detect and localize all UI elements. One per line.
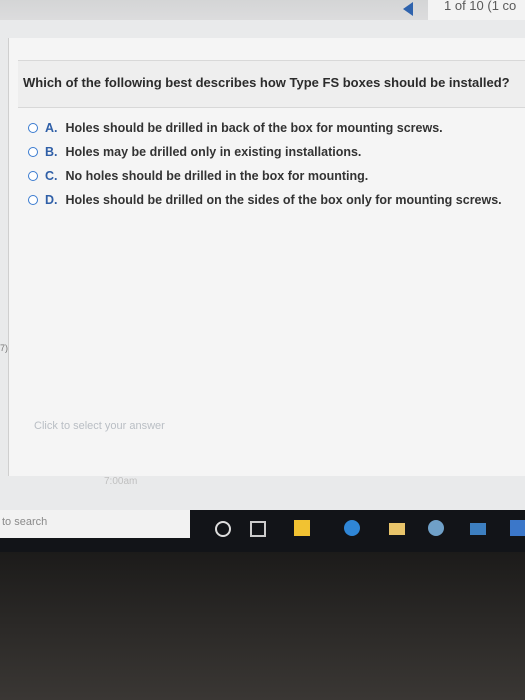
option-text: Holes may be drilled only in existing in…	[65, 145, 362, 159]
monitor-bezel	[0, 552, 525, 700]
option-text: Holes should be drilled in back of the b…	[65, 121, 443, 135]
edge-icon[interactable]	[344, 520, 360, 536]
cortana-icon[interactable]	[215, 521, 231, 537]
option-d[interactable]: D. Holes should be drilled on the sides …	[28, 191, 502, 209]
option-text: Holes should be drilled on the sides of …	[65, 193, 502, 207]
radio-b[interactable]	[28, 147, 38, 157]
option-text: No holes should be drilled in the box fo…	[65, 169, 369, 183]
task-view-icon[interactable]	[250, 521, 266, 537]
store-icon[interactable]	[294, 520, 310, 536]
file-explorer-icon[interactable]	[389, 523, 405, 535]
option-letter: C.	[45, 169, 58, 183]
app-tile-icon[interactable]	[510, 520, 525, 536]
radio-d[interactable]	[28, 195, 38, 205]
radio-c[interactable]	[28, 171, 38, 181]
chrome-icon[interactable]	[428, 520, 444, 536]
option-c[interactable]: C. No holes should be drilled in the box…	[28, 167, 368, 185]
option-a[interactable]: A. Holes should be drilled in back of th…	[28, 119, 443, 137]
time-label: 7:00am	[104, 476, 138, 487]
option-letter: D.	[45, 193, 58, 207]
question-counter: 1 of 10 (1 co	[428, 0, 525, 20]
side-mark: 7)	[0, 343, 9, 353]
option-letter: B.	[45, 145, 58, 159]
taskbar-search-input[interactable]: to search	[0, 510, 190, 538]
mail-icon[interactable]	[470, 523, 486, 535]
option-b[interactable]: B. Holes may be drilled only in existing…	[28, 143, 361, 161]
top-toolbar: 1 of 10 (1 co	[0, 0, 525, 20]
answer-hint: Click to select your answer	[34, 420, 165, 432]
question-text: Which of the following best describes ho…	[23, 75, 510, 90]
app-window: 1 of 10 (1 co Which of the following bes…	[0, 0, 525, 510]
option-letter: A.	[45, 121, 58, 135]
prev-arrow-icon[interactable]	[403, 2, 413, 16]
radio-a[interactable]	[28, 123, 38, 133]
